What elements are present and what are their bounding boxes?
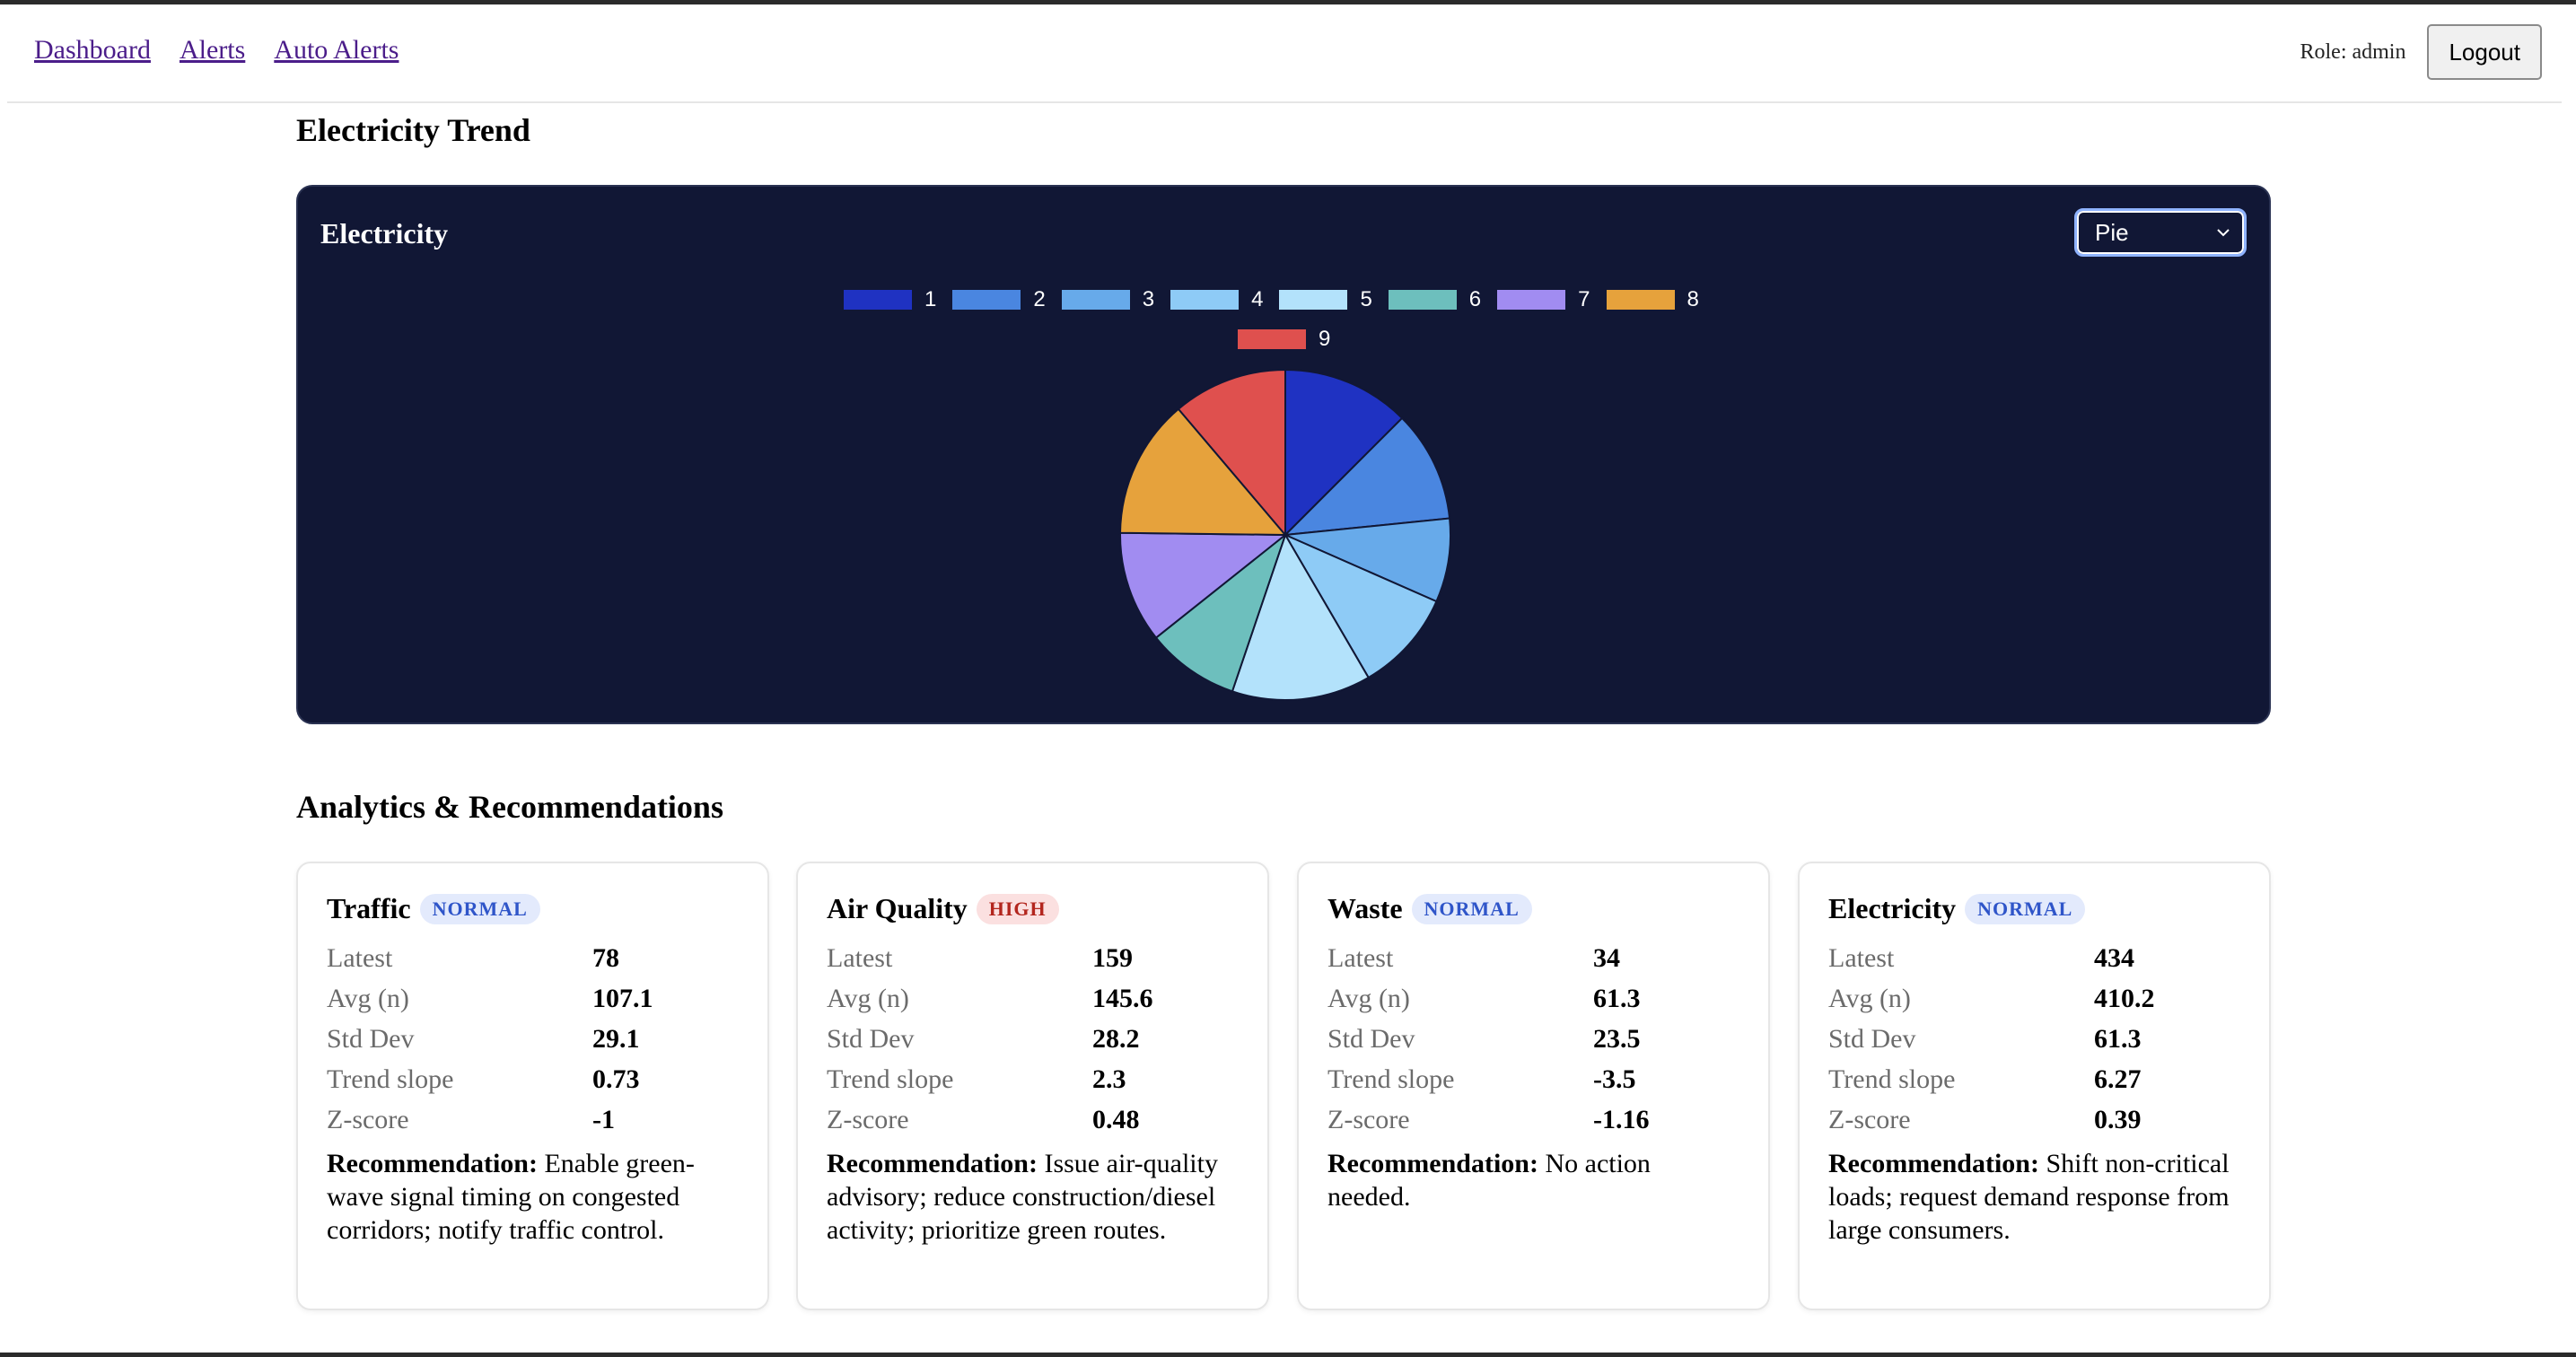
analytics-heading: Analytics & Recommendations — [296, 789, 723, 825]
role-label: Role: admin — [2300, 39, 2406, 64]
stat-label: Std Dev — [1828, 1023, 1916, 1054]
stat-value: 2.3 — [1092, 1064, 1126, 1094]
stat-row-z-score: Z-score -1 — [327, 1099, 739, 1140]
stat-value: 28.2 — [1092, 1023, 1140, 1054]
stat-row-trend-slope: Trend slope -3.5 — [1327, 1059, 1739, 1099]
stat-row-latest: Latest 159 — [827, 938, 1239, 978]
recommendation-label: Recommendation: — [1327, 1149, 1538, 1178]
nav-links: Dashboard Alerts Auto Alerts — [34, 35, 399, 66]
analytics-card-electricity: Electricity NORMAL Latest 434 Avg (n) 410.… — [1798, 862, 2271, 1310]
stat-value: 0.39 — [2094, 1104, 2142, 1134]
stat-value: 434 — [2094, 942, 2134, 973]
stat-row-latest: Latest 78 — [327, 938, 739, 978]
stat-row-avg: Avg (n) 410.2 — [1828, 978, 2240, 1019]
stat-label: Latest — [827, 942, 893, 973]
logout-button[interactable]: Logout — [2427, 24, 2542, 80]
analytics-cards: Traffic NORMAL Latest 78 Avg (n) 107.1 Std… — [296, 862, 2271, 1310]
recommendation: Recommendation: Issue air-quality adviso… — [827, 1147, 1239, 1247]
stat-value: 410.2 — [2094, 983, 2155, 1013]
nav-link-alerts[interactable]: Alerts — [180, 35, 245, 66]
stat-value: 29.1 — [592, 1023, 640, 1054]
stat-label: Std Dev — [1327, 1023, 1415, 1054]
card-title: Electricity — [1828, 892, 1957, 924]
recommendation-label: Recommendation: — [327, 1149, 538, 1178]
stat-value: 159 — [1092, 942, 1133, 973]
stat-row-latest: Latest 34 — [1327, 938, 1739, 978]
stat-value: 6.27 — [2094, 1064, 2142, 1094]
analytics-card-waste: Waste NORMAL Latest 34 Avg (n) 61.3 Std De… — [1297, 862, 1770, 1310]
stat-label: Latest — [1327, 942, 1394, 973]
stat-label: Latest — [1828, 942, 1895, 973]
nav-link-auto-alerts[interactable]: Auto Alerts — [274, 35, 399, 66]
nav-user-area: Role: admin Logout — [2300, 24, 2542, 80]
card-title: Waste — [1327, 892, 1403, 924]
stat-value: -1.16 — [1593, 1104, 1650, 1134]
status-badge: NORMAL — [419, 893, 540, 924]
stat-row-std-dev: Std Dev 61.3 — [1828, 1019, 2240, 1059]
stat-value: 0.48 — [1092, 1104, 1140, 1134]
stat-label: Latest — [327, 942, 393, 973]
stat-label: Z-score — [1828, 1104, 1911, 1134]
stat-row-avg: Avg (n) 107.1 — [327, 978, 739, 1019]
trend-heading: Electricity Trend — [296, 112, 530, 148]
stat-label: Trend slope — [1327, 1064, 1455, 1094]
stat-label: Trend slope — [1828, 1064, 1956, 1094]
status-badge: HIGH — [976, 893, 1059, 924]
stat-value: -1 — [592, 1104, 615, 1134]
stat-value: 78 — [592, 942, 619, 973]
analytics-card-traffic: Traffic NORMAL Latest 78 Avg (n) 107.1 Std… — [296, 862, 769, 1310]
status-badge: NORMAL — [1411, 893, 1532, 924]
stat-value: 34 — [1593, 942, 1620, 973]
recommendation-label: Recommendation: — [1828, 1149, 2039, 1178]
stat-row-avg: Avg (n) 145.6 — [827, 978, 1239, 1019]
stat-value: 23.5 — [1593, 1023, 1641, 1054]
stat-row-std-dev: Std Dev 29.1 — [327, 1019, 739, 1059]
stat-value: 107.1 — [592, 983, 653, 1013]
stat-label: Z-score — [327, 1104, 409, 1134]
recommendation: Recommendation: Shift non-critical loads… — [1828, 1147, 2240, 1247]
stat-row-trend-slope: Trend slope 2.3 — [827, 1059, 1239, 1099]
stat-label: Z-score — [827, 1104, 909, 1134]
stat-value: 61.3 — [1593, 983, 1641, 1013]
stat-row-z-score: Z-score 0.48 — [827, 1099, 1239, 1140]
stat-row-avg: Avg (n) 61.3 — [1327, 978, 1739, 1019]
chart-card: Electricity Pie 12345678 9 — [296, 185, 2271, 724]
analytics-card-air-quality: Air Quality HIGH Latest 159 Avg (n) 145.6 … — [796, 862, 1269, 1310]
recommendation: Recommendation: No action needed. — [1327, 1147, 1739, 1213]
stat-row-std-dev: Std Dev 23.5 — [1327, 1019, 1739, 1059]
stat-row-z-score: Z-score -1.16 — [1327, 1099, 1739, 1140]
stat-row-std-dev: Std Dev 28.2 — [827, 1019, 1239, 1059]
stat-row-latest: Latest 434 — [1828, 938, 2240, 978]
stat-label: Avg (n) — [1828, 983, 1911, 1013]
stat-row-trend-slope: Trend slope 6.27 — [1828, 1059, 2240, 1099]
stat-label: Trend slope — [827, 1064, 954, 1094]
stat-label: Avg (n) — [327, 983, 409, 1013]
top-nav: Dashboard Alerts Auto Alerts Role: admin… — [7, 4, 2562, 103]
stat-label: Std Dev — [827, 1023, 915, 1054]
stat-row-trend-slope: Trend slope 0.73 — [327, 1059, 739, 1099]
stat-value: 0.73 — [592, 1064, 640, 1094]
stat-value: -3.5 — [1593, 1064, 1636, 1094]
stat-value: 145.6 — [1092, 983, 1153, 1013]
stat-label: Z-score — [1327, 1104, 1410, 1134]
stat-row-z-score: Z-score 0.39 — [1828, 1099, 2240, 1140]
stat-label: Std Dev — [327, 1023, 415, 1054]
pie-chart — [1119, 368, 1451, 701]
recommendation-label: Recommendation: — [827, 1149, 1038, 1178]
nav-link-dashboard[interactable]: Dashboard — [34, 35, 151, 66]
recommendation: Recommendation: Enable green-wave signal… — [327, 1147, 739, 1247]
stat-value: 61.3 — [2094, 1023, 2142, 1054]
card-title: Air Quality — [827, 892, 968, 924]
stat-label: Avg (n) — [1327, 983, 1410, 1013]
stat-label: Avg (n) — [827, 983, 909, 1013]
card-title: Traffic — [327, 892, 411, 924]
stat-label: Trend slope — [327, 1064, 454, 1094]
status-badge: NORMAL — [1965, 893, 2086, 924]
